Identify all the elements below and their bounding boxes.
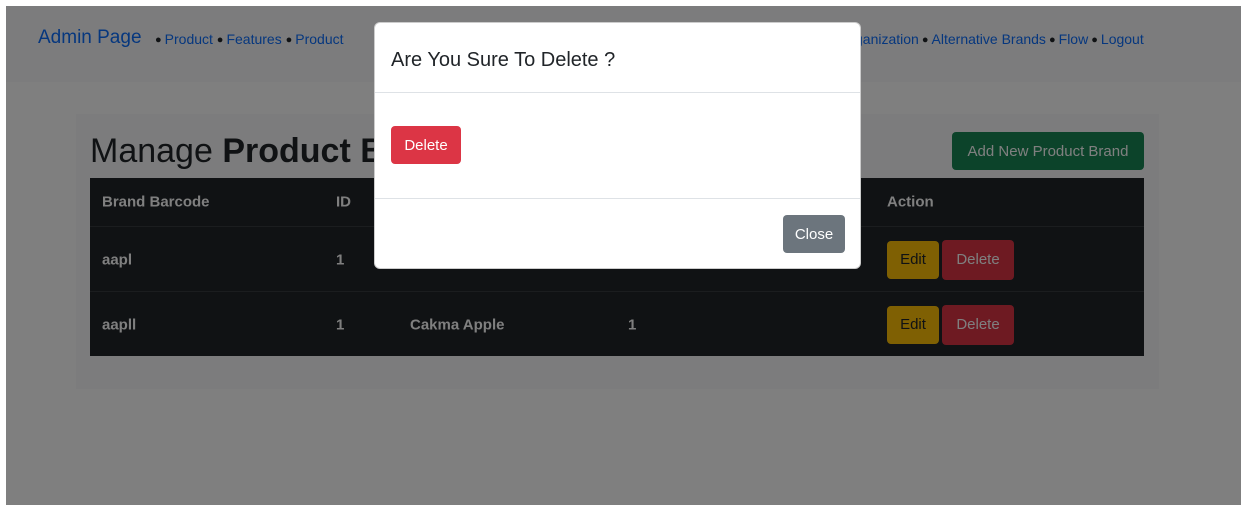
page-frame: Admin Page ●Product ●Features ●Product g…: [6, 6, 1241, 505]
delete-confirm-modal: Are You Sure To Delete ? Delete Close: [374, 22, 861, 269]
modal-footer: Close: [375, 198, 860, 268]
modal-header: Are You Sure To Delete ?: [375, 23, 860, 93]
modal-body: Delete: [375, 93, 860, 199]
close-button[interactable]: Close: [783, 215, 845, 253]
modal-title: Are You Sure To Delete ?: [391, 49, 616, 71]
confirm-delete-button[interactable]: Delete: [391, 126, 461, 164]
